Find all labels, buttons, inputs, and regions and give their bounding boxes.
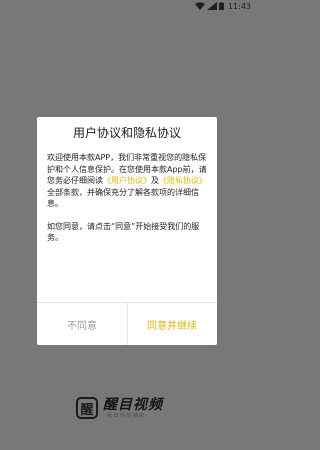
status-icons	[194, 2, 224, 10]
user-agreement-link[interactable]: 《用户协议》	[103, 176, 151, 185]
conjunction-text: 及	[151, 176, 159, 185]
agree-continue-button[interactable]: 同意并继续	[127, 303, 217, 345]
battery-icon	[218, 2, 224, 10]
privacy-policy-link[interactable]: 《隐私协议》	[159, 176, 207, 185]
dialog-paragraph-1: 欢迎使用本款APP，我们非常重视您的隐私保护和个人信息保护。在您使用本款App前…	[47, 152, 210, 210]
status-bar: 11:43	[0, 0, 254, 12]
wifi-icon	[194, 2, 205, 10]
paragraph-1-outro: 全部条款，并确保充分了解各款项的详细信息。	[47, 187, 199, 209]
brand-text: 醒目视频 看出你的精彩	[103, 397, 163, 420]
disagree-button[interactable]: 不同意	[37, 303, 127, 345]
app-slogan: 看出你的精彩	[107, 412, 147, 419]
dialog-title: 用户协议和隐私协议	[72, 126, 181, 140]
app-logo: 醒	[76, 397, 98, 419]
privacy-dialog: 用户协议和隐私协议 欢迎使用本款APP，我们非常重视您的隐私保护和个人信息保护。…	[37, 117, 217, 345]
app-name: 醒目视频	[103, 396, 163, 413]
dialog-body: 欢迎使用本款APP，我们非常重视您的隐私保护和个人信息保护。在您使用本款App前…	[47, 152, 210, 244]
signal-icon	[206, 2, 217, 10]
dialog-paragraph-2: 如您同意，请点击“同意”开始接受我们的服务。	[47, 221, 200, 243]
brand-footer: 醒 醒目视频 看出你的精彩	[76, 393, 163, 423]
status-time: 11:43	[227, 1, 251, 11]
